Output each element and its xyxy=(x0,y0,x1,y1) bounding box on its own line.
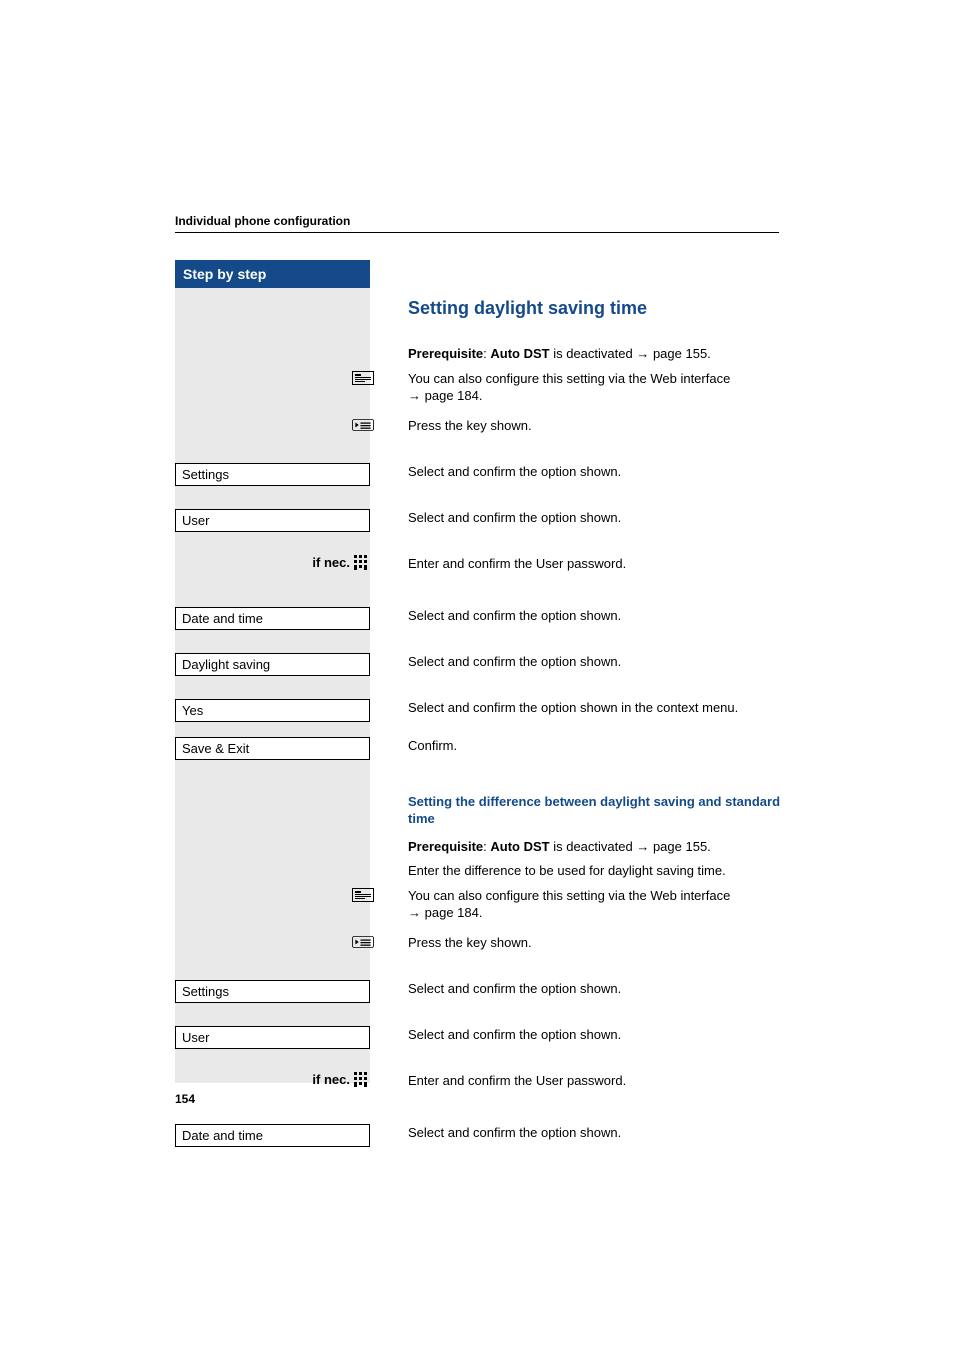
sidebar-header: Step by step xyxy=(175,260,370,288)
settings-box: Settings xyxy=(175,463,370,486)
step-yes: Yes Select and confirm the option shown … xyxy=(408,699,783,721)
step-save-exit: Save & Exit Confirm. xyxy=(408,737,783,759)
if-nec-label: if nec. xyxy=(175,555,370,571)
prereq-label: Prerequisite xyxy=(408,346,483,361)
web-config-icon xyxy=(352,887,374,903)
press-key-text: Press the key shown. xyxy=(408,417,783,435)
step-date-time: Date and time Select and confirm the opt… xyxy=(408,607,783,629)
section-heading-text: Setting daylight saving time xyxy=(408,298,647,318)
page-header-title: Individual phone configuration xyxy=(175,214,350,228)
ifnec-instruction-2: Enter and confirm the User password. xyxy=(408,1072,783,1090)
prereq-rest: is deactivated xyxy=(550,346,637,361)
step-ifnec: if nec. Enter and confirm the User passw… xyxy=(408,555,783,577)
sidebar-body xyxy=(175,288,370,1083)
ifnec-instruction: Enter and confirm the User password. xyxy=(408,555,783,573)
enter-difference-text: Enter the difference to be used for dayl… xyxy=(408,862,783,880)
ifnec-text-2: if nec. xyxy=(312,1072,350,1087)
prereq-bold: Auto DST xyxy=(490,346,549,361)
prerequisite-line: Prerequisite: Auto DST is deactivated → … xyxy=(408,345,783,363)
press-key-text-2: Press the key shown. xyxy=(408,934,783,952)
main-content: Setting daylight saving time Prerequisit… xyxy=(408,298,783,1170)
settings-text: Select and confirm the option shown. xyxy=(408,463,783,481)
prerequisite-line-2: Prerequisite: Auto DST is deactivated → … xyxy=(408,838,783,856)
step-ifnec-2: if nec. Enter and confirm the User passw… xyxy=(408,1072,783,1094)
menu-key-icon xyxy=(352,417,374,433)
section2-heading-text: Setting the difference between daylight … xyxy=(408,794,780,827)
keypad-icon xyxy=(354,555,368,571)
user-text-2: Select and confirm the option shown. xyxy=(408,1026,783,1044)
save-exit-box: Save & Exit xyxy=(175,737,370,760)
prereq2-rest: is deactivated xyxy=(550,839,637,854)
user-text: Select and confirm the option shown. xyxy=(408,509,783,527)
daylight-box: Daylight saving xyxy=(175,653,370,676)
step-web-config-2: You can also configure this setting via … xyxy=(408,887,783,922)
web-line1: You can also configure this setting via … xyxy=(408,371,730,386)
save-exit-text: Confirm. xyxy=(408,737,783,755)
section-heading-difference: Setting the difference between daylight … xyxy=(408,793,783,828)
web-config-text: You can also configure this setting via … xyxy=(408,370,783,405)
web-ref: page 184. xyxy=(425,388,483,403)
daylight-text: Select and confirm the option shown. xyxy=(408,653,783,671)
settings-box-2: Settings xyxy=(175,980,370,1003)
step-press-key-2: Press the key shown. xyxy=(408,934,783,956)
page-header-rule xyxy=(175,232,779,233)
web-config-icon xyxy=(352,370,374,386)
section-heading-dst: Setting daylight saving time xyxy=(408,298,783,319)
arrow-icon: → xyxy=(636,346,653,361)
if-nec-label-2: if nec. xyxy=(175,1072,370,1088)
keypad-icon xyxy=(354,1072,368,1088)
web-config-text-2: You can also configure this setting via … xyxy=(408,887,783,922)
sidebar-title: Step by step xyxy=(183,266,266,282)
step-user: User Select and confirm the option shown… xyxy=(408,509,783,531)
prereq-ref: page 155. xyxy=(653,346,711,361)
user-box-2: User xyxy=(175,1026,370,1049)
date-time-text: Select and confirm the option shown. xyxy=(408,607,783,625)
prereq2-label: Prerequisite xyxy=(408,839,483,854)
step-date-time-2: Date and time Select and confirm the opt… xyxy=(408,1124,783,1146)
step-press-key: Press the key shown. xyxy=(408,417,783,439)
page-number: 154 xyxy=(175,1092,195,1106)
ifnec-text: if nec. xyxy=(312,555,350,570)
arrow-icon: → xyxy=(408,388,425,403)
page-header: Individual phone configuration xyxy=(175,214,779,228)
prereq2-bold: Auto DST xyxy=(490,839,549,854)
prereq2-ref: page 155. xyxy=(653,839,711,854)
step-settings-2: Settings Select and confirm the option s… xyxy=(408,980,783,1002)
step-web-config: You can also configure this setting via … xyxy=(408,370,783,405)
web2-ref: page 184. xyxy=(425,905,483,920)
web2-line1: You can also configure this setting via … xyxy=(408,888,730,903)
menu-key-icon xyxy=(352,934,374,950)
date-time-box: Date and time xyxy=(175,607,370,630)
date-time-box-2: Date and time xyxy=(175,1124,370,1147)
page-number-text: 154 xyxy=(175,1092,195,1106)
settings-text-2: Select and confirm the option shown. xyxy=(408,980,783,998)
arrow-icon: → xyxy=(408,905,425,920)
step-daylight: Daylight saving Select and confirm the o… xyxy=(408,653,783,675)
step-user-2: User Select and confirm the option shown… xyxy=(408,1026,783,1048)
arrow-icon: → xyxy=(636,839,653,854)
yes-text: Select and confirm the option shown in t… xyxy=(408,699,783,717)
date-time-text-2: Select and confirm the option shown. xyxy=(408,1124,783,1142)
yes-box: Yes xyxy=(175,699,370,722)
user-box: User xyxy=(175,509,370,532)
step-settings: Settings Select and confirm the option s… xyxy=(408,463,783,485)
